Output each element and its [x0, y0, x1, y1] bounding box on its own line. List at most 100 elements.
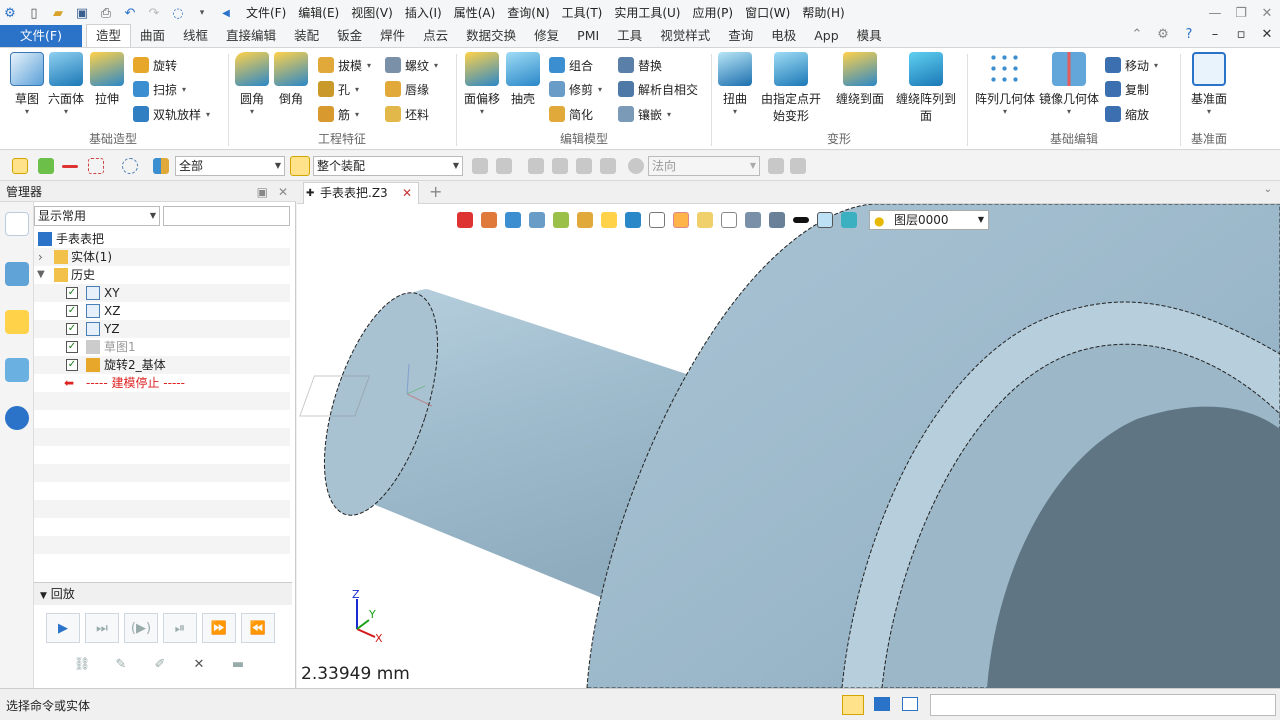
- save-icon[interactable]: ▣: [72, 3, 92, 23]
- tab-electrode[interactable]: 电极: [762, 25, 805, 47]
- layer-icon[interactable]: [841, 212, 857, 228]
- tree-row-sketch1[interactable]: ✓ 草图1: [34, 338, 290, 356]
- tab-direct-edit[interactable]: 直接编辑: [217, 25, 285, 47]
- cube-blue-icon[interactable]: [625, 212, 641, 228]
- doc-restore-icon[interactable]: ▫: [1228, 21, 1254, 47]
- edit-pencil-icon[interactable]: ✎: [104, 649, 138, 679]
- tab-mold[interactable]: 模具: [848, 25, 891, 47]
- sweep-button[interactable]: 扫掠 ▾: [133, 78, 186, 100]
- user-tab-icon[interactable]: [5, 406, 29, 430]
- fit-icon[interactable]: [721, 212, 737, 228]
- select-mode-icon[interactable]: ◌: [168, 3, 188, 23]
- display-filter-select[interactable]: 显示常用 ▼: [34, 206, 160, 226]
- back-arrow-icon[interactable]: ◀: [216, 3, 236, 23]
- fillet-button[interactable]: 圆角 ▾: [234, 52, 270, 116]
- box-select-icon[interactable]: [88, 158, 104, 174]
- status-toggle-icon[interactable]: [842, 695, 864, 715]
- render-icon[interactable]: [529, 212, 545, 228]
- delete-x-icon[interactable]: ✕: [182, 649, 216, 679]
- tree-row-root[interactable]: 手表表把: [34, 230, 290, 248]
- move-button[interactable]: 移动 ▾: [1105, 54, 1158, 76]
- point-deform-button[interactable]: 由指定点开 始变形: [758, 52, 824, 124]
- menu-window[interactable]: 窗口(W): [739, 0, 796, 26]
- tree-row-stop-marker[interactable]: ⬅ ----- 建模停止 -----: [34, 374, 290, 392]
- filter-icon[interactable]: [153, 158, 169, 174]
- zoom-icon[interactable]: [697, 212, 713, 228]
- inlay-button[interactable]: 镶嵌 ▾: [618, 103, 671, 125]
- self-intersect-button[interactable]: 解析自相交: [618, 78, 698, 100]
- tree-row-history[interactable]: ▼ 历史: [34, 266, 290, 284]
- wire-cube-icon[interactable]: [649, 212, 665, 228]
- hexahedron-button[interactable]: 六面体 ▾: [46, 52, 86, 116]
- extrude-button[interactable]: 拉伸: [88, 52, 126, 107]
- command-input[interactable]: [930, 694, 1276, 716]
- revolve-button[interactable]: 旋转: [133, 54, 177, 76]
- tab-pmi[interactable]: PMI: [568, 25, 608, 47]
- menu-apps[interactable]: 应用(P): [687, 0, 740, 26]
- visibility-checkbox[interactable]: ✓: [66, 341, 78, 353]
- tab-visual-style[interactable]: 视觉样式: [651, 25, 719, 47]
- tree-row-xz[interactable]: ✓ XZ: [34, 302, 290, 320]
- section-icon[interactable]: [553, 212, 569, 228]
- redo-icon[interactable]: ↷: [144, 3, 164, 23]
- face-offset-button[interactable]: 面偏移 ▾: [462, 52, 502, 116]
- doc-close-icon[interactable]: ✕: [1254, 21, 1280, 47]
- doc-tab-active[interactable]: ✚ 手表表把.Z3 ✕: [303, 182, 419, 204]
- tree-row-revolve2[interactable]: ✓ 旋转2_基体: [34, 356, 290, 374]
- menu-query[interactable]: 查询(N): [501, 0, 555, 26]
- wrap-pattern-button[interactable]: 缠绕阵列到 面: [892, 52, 960, 124]
- link-icon[interactable]: ⛓: [65, 649, 99, 679]
- tab-surface[interactable]: 曲面: [131, 25, 174, 47]
- model-render[interactable]: [297, 204, 1280, 688]
- draft-button[interactable]: 拔模 ▾: [318, 54, 371, 76]
- expand-chevron-icon[interactable]: ›: [38, 248, 43, 266]
- cube-yellow-icon[interactable]: [601, 212, 617, 228]
- sketch-edit-icon[interactable]: ✐: [143, 649, 177, 679]
- menu-file[interactable]: 文件(F): [240, 0, 292, 26]
- menu-tools[interactable]: 工具(T): [556, 0, 609, 26]
- list-icon[interactable]: [902, 697, 918, 711]
- remove-filter-icon[interactable]: [62, 165, 78, 168]
- chamfer-button[interactable]: 倒角: [273, 52, 309, 107]
- tab-query[interactable]: 查询: [719, 25, 762, 47]
- history-tab-icon[interactable]: [5, 212, 29, 236]
- exit-view-icon[interactable]: [457, 212, 473, 228]
- combine-button[interactable]: 组合: [549, 54, 593, 76]
- tab-file[interactable]: 文件(F): [0, 25, 82, 47]
- shaded-icon[interactable]: [505, 212, 521, 228]
- customize-dropdown-icon[interactable]: ▾: [192, 3, 212, 23]
- color-swatch-icon[interactable]: [817, 212, 833, 228]
- display-icon[interactable]: [769, 212, 785, 228]
- scope-select[interactable]: 整个装配 ▼: [313, 156, 463, 176]
- play-icon[interactable]: ▶: [46, 613, 80, 643]
- menu-insert[interactable]: 插入(I): [399, 0, 448, 26]
- sketch-button[interactable]: 草图 ▾: [8, 52, 46, 116]
- tab-modeling[interactable]: 造型: [86, 24, 132, 47]
- part-tab-icon[interactable]: [5, 310, 29, 334]
- tab-sheet-metal[interactable]: 钣金: [328, 25, 371, 47]
- tab-close-icon[interactable]: ✕: [402, 183, 412, 204]
- hole-button[interactable]: 孔 ▾: [318, 78, 359, 100]
- tab-assembly[interactable]: 装配: [285, 25, 328, 47]
- tab-wireframe[interactable]: 线框: [174, 25, 217, 47]
- menu-edit[interactable]: 编辑(E): [292, 0, 345, 26]
- simplify-button[interactable]: 简化: [549, 103, 593, 125]
- measure-icon[interactable]: [481, 212, 497, 228]
- tree-row-solids[interactable]: › 实体(1): [34, 248, 290, 266]
- new-file-icon[interactable]: ▯: [24, 3, 44, 23]
- view-tab-icon[interactable]: [5, 358, 29, 382]
- filter-select[interactable]: 全部 ▼: [175, 156, 285, 176]
- tab-app[interactable]: App: [805, 25, 847, 47]
- pencil-icon[interactable]: [577, 212, 593, 228]
- pin-icon[interactable]: ▣: [257, 182, 268, 202]
- assembly-tab-icon[interactable]: [5, 262, 29, 286]
- doc-minimize-icon[interactable]: –: [1202, 21, 1228, 47]
- mirror-geometry-button[interactable]: 镜像几何体 ▾: [1038, 52, 1100, 116]
- active-view-icon[interactable]: [673, 212, 689, 228]
- app-logo-icon[interactable]: ⚙: [0, 3, 20, 23]
- open-folder-icon[interactable]: ▰: [48, 3, 68, 23]
- replay-header[interactable]: ▼ 回放: [34, 583, 292, 605]
- lasso-select-icon[interactable]: [122, 158, 138, 174]
- datum-plane-button[interactable]: 基准面 ▾: [1188, 52, 1230, 116]
- add-filter-icon[interactable]: [38, 158, 54, 174]
